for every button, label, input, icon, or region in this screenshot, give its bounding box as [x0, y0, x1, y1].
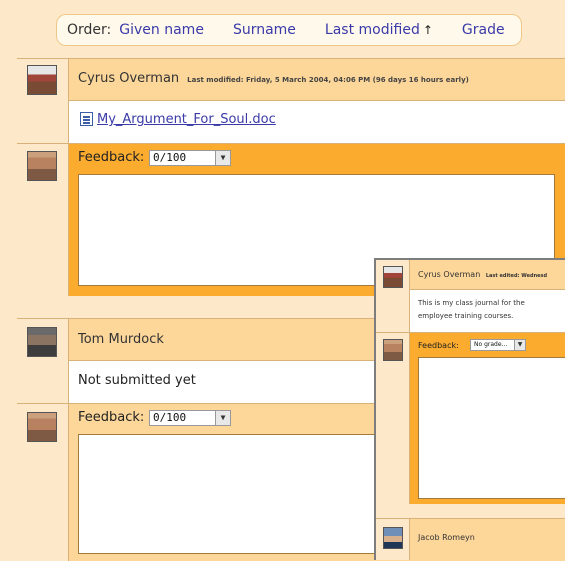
inset-journal-text-line-2: employee training courses. — [418, 312, 514, 320]
teacher-avatar-column — [17, 143, 69, 297]
inset-grade-select[interactable]: No grade... ▼ — [470, 339, 526, 351]
inset-student-name-text: Cyrus Overman — [418, 270, 481, 279]
sort-by-grade-link[interactable]: Grade — [462, 22, 505, 38]
student-name: Tom Murdock — [78, 332, 164, 347]
teacher-avatar-column — [17, 403, 69, 561]
inset-next-student-name: Jacob Romeyn — [418, 533, 475, 542]
inset-last-edited: Last edited: Wednesd — [485, 273, 548, 279]
avatar-column — [17, 319, 69, 403]
inset-avatar-column — [376, 260, 410, 332]
inset-feedback-panel: Feedback: No grade... ▼ — [410, 332, 565, 504]
sort-by-given-name-link[interactable]: Given name — [119, 22, 204, 38]
inset-feedback-textarea[interactable] — [418, 357, 565, 499]
inset-grade-select-value: No grade... — [474, 341, 508, 348]
last-modified-label: Last modified — [324, 22, 420, 38]
teacher-avatar — [27, 412, 57, 442]
sort-ascending-icon: ↑ — [422, 23, 433, 37]
sort-by-last-modified-link[interactable]: Last modified ↑ — [325, 22, 433, 38]
last-modified-text: Last modified: Friday, 5 March 2004, 04:… — [187, 76, 469, 84]
feedback-textarea[interactable] — [78, 434, 378, 554]
word-document-icon — [80, 112, 93, 126]
grade-select[interactable]: 0/100 ▼ — [149, 150, 231, 166]
chevron-down-icon: ▼ — [215, 151, 230, 165]
inset-journal-text-line-1: This is my class journal for the — [418, 299, 525, 307]
chevron-down-icon: ▼ — [514, 340, 525, 350]
inset-teacher-avatar-column — [376, 332, 410, 504]
submission-header: Cyrus Overman Last modified: Friday, 5 Ma… — [69, 59, 565, 101]
feedback-label: Feedback: — [78, 150, 145, 165]
submitted-file-row: My_Argument_For_Soul.doc — [69, 101, 565, 143]
teacher-avatar — [27, 151, 57, 181]
inset-next-student-avatar — [383, 527, 403, 549]
inset-next-avatar-column — [376, 518, 410, 560]
inset-teacher-avatar — [383, 339, 403, 361]
inset-feedback-label: Feedback: — [418, 341, 459, 350]
inset-student-name: Cyrus Overman Last edited: Wednesd — [418, 270, 547, 279]
inset-gap — [376, 504, 565, 518]
sort-order-bar: Order: Given name Surname Last modified ↑… — [56, 14, 522, 46]
sort-by-surname-link[interactable]: Surname — [233, 22, 296, 38]
submission-status: Not submitted yet — [78, 373, 196, 388]
avatar-column — [17, 59, 69, 143]
inset-header: Cyrus Overman Last edited: Wednesd — [410, 260, 565, 290]
journal-inset-screenshot: Cyrus Overman Last edited: Wednesd This … — [374, 258, 565, 560]
chevron-down-icon: ▼ — [215, 411, 230, 425]
grade-select-value: 0/100 — [153, 411, 187, 424]
student-avatar — [27, 65, 57, 95]
inset-journal-entry: This is my class journal for the employe… — [410, 290, 565, 332]
student-name-text: Cyrus Overman — [78, 71, 180, 86]
grade-select-value: 0/100 — [153, 151, 187, 164]
student-avatar — [27, 327, 57, 357]
student-name: Cyrus Overman Last modified: Friday, 5 Ma… — [78, 71, 469, 86]
grade-select[interactable]: 0/100 ▼ — [149, 410, 231, 426]
submitted-file-link[interactable]: My_Argument_For_Soul.doc — [97, 112, 276, 127]
order-label: Order: — [67, 22, 112, 38]
feedback-label: Feedback: — [78, 410, 145, 425]
inset-next-header: Jacob Romeyn — [410, 518, 565, 560]
inset-student-avatar — [383, 266, 403, 288]
